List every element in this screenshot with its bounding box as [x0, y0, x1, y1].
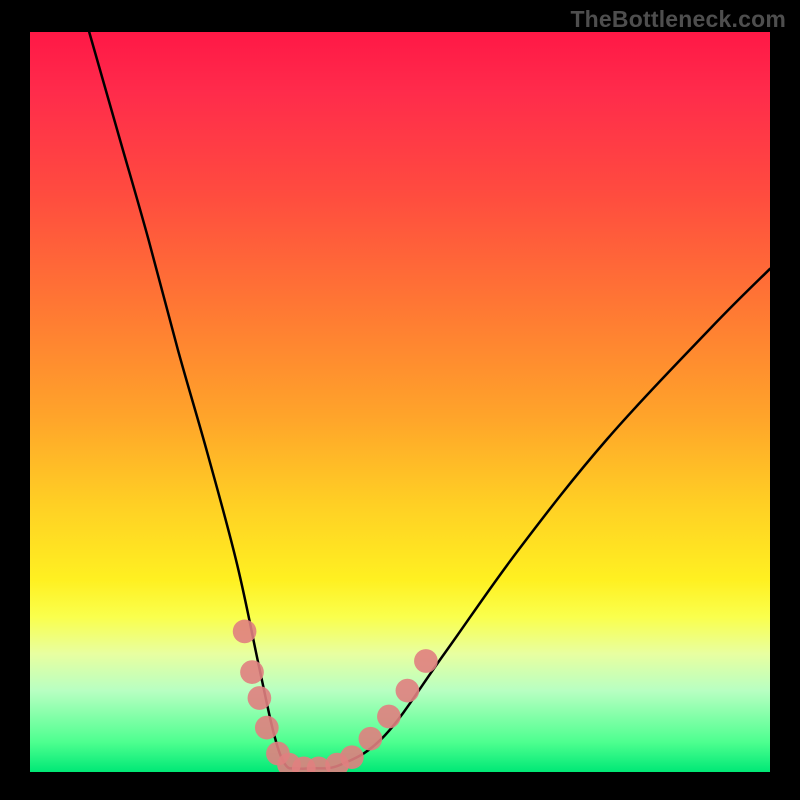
chart-marker [240, 660, 264, 684]
chart-marker [340, 745, 364, 769]
chart-svg [30, 32, 770, 772]
chart-plot-area [30, 32, 770, 772]
chart-markers [233, 620, 438, 772]
chart-marker [396, 679, 420, 703]
chart-marker [233, 620, 257, 644]
chart-marker [255, 716, 279, 740]
chart-marker [248, 686, 272, 710]
chart-marker [414, 649, 438, 673]
chart-stage: TheBottleneck.com [0, 0, 800, 800]
chart-marker [377, 705, 401, 729]
chart-marker [359, 727, 383, 751]
watermark-text: TheBottleneck.com [570, 6, 786, 33]
